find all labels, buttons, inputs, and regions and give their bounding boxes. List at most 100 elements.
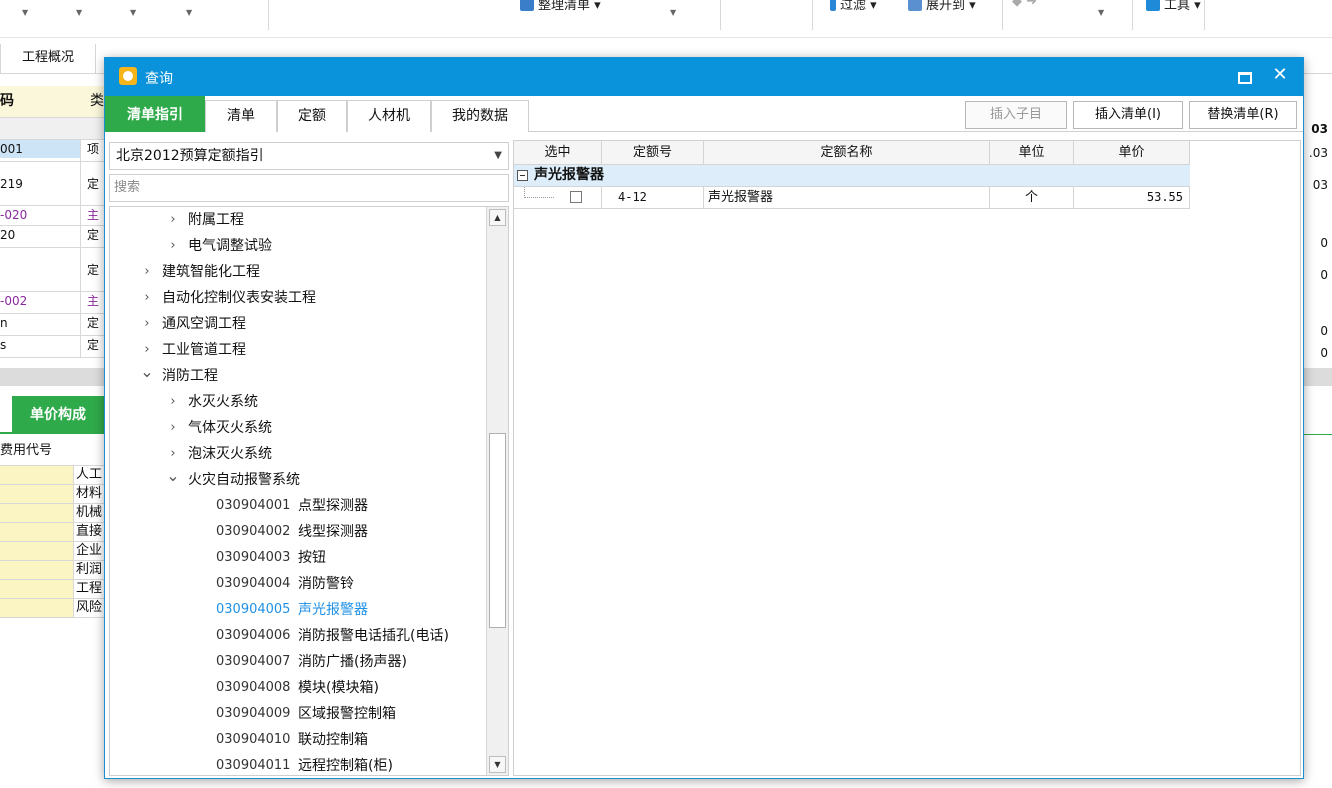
chevron-down-icon[interactable]: ▼ <box>130 8 136 17</box>
list-item[interactable]: 机械 <box>0 504 110 523</box>
table-row[interactable]: n 定 <box>0 314 110 336</box>
chevron-down-icon[interactable]: ▼ <box>22 8 28 17</box>
tree-item[interactable]: › 附属工程 <box>110 207 486 233</box>
app-logo-icon <box>119 67 137 85</box>
tree-item[interactable]: › 水灭火系统 <box>110 389 486 415</box>
column-header[interactable]: 单位 <box>990 141 1074 165</box>
tree-item-label: 声光报警器 <box>298 602 368 618</box>
table-row[interactable]: 001 项 <box>0 140 110 162</box>
tree-item-code: 030904002 <box>216 524 291 539</box>
tree-item[interactable]: ⌄ 消防工程 <box>110 362 486 389</box>
tree-item-leaf[interactable]: 030904010 联动控制箱 <box>110 727 486 753</box>
column-header[interactable]: 单价 <box>1074 141 1190 165</box>
table-row[interactable]: -020 主 <box>0 206 110 226</box>
cell-name: 声光报警器 <box>704 187 990 208</box>
maximize-icon[interactable] <box>1233 66 1253 86</box>
tree-item-leaf[interactable]: 030904001 点型探测器 <box>110 493 486 519</box>
tree-item-leaf[interactable]: 030904008 模块(模块箱) <box>110 675 486 701</box>
expand-icon <box>908 0 922 11</box>
group-row[interactable]: 声光报警器 <box>514 165 1190 187</box>
chevron-right-icon[interactable]: › <box>140 311 154 337</box>
tree-item-code: 030904008 <box>216 680 291 695</box>
tree-item-leaf[interactable]: 030904003 按钮 <box>110 545 486 571</box>
tab-labor-material[interactable]: 人材机 <box>347 100 431 132</box>
tree-item-leaf[interactable]: 030904011 远程控制箱(柜) <box>110 753 486 775</box>
tree-item[interactable]: › 建筑智能化工程 <box>110 259 486 285</box>
tree-item[interactable]: › 自动化控制仪表安装工程 <box>110 285 486 311</box>
tree-item[interactable]: › 电气调整试验 <box>110 233 486 259</box>
tools-icon <box>1146 0 1160 11</box>
tree-item-leaf[interactable]: 030904002 线型探测器 <box>110 519 486 545</box>
tree-item[interactable]: ⌄ 火灾自动报警系统 <box>110 466 486 493</box>
tree-item-leaf[interactable]: 030904006 消防报警电话插孔(电话) <box>110 623 486 649</box>
chevron-down-icon[interactable]: ⌄ <box>166 463 180 489</box>
horizontal-scrollbar[interactable] <box>1304 368 1332 386</box>
column-header[interactable]: 选中 <box>514 141 602 165</box>
list-item[interactable]: 风险 <box>0 599 110 618</box>
chevron-down-icon[interactable]: ▼ <box>494 143 502 169</box>
chevron-down-icon[interactable]: ▼ <box>186 8 192 17</box>
divider <box>1304 434 1332 435</box>
horizontal-scrollbar[interactable] <box>0 368 110 386</box>
chevron-down-icon[interactable]: ▼ <box>1098 8 1104 17</box>
chevron-right-icon[interactable]: › <box>166 415 180 441</box>
ribbon-tools[interactable]: 工具 ▾ <box>1146 0 1201 14</box>
insert-list-button[interactable]: 插入清单(I) <box>1073 101 1183 129</box>
tree-item[interactable]: › 通风空调工程 <box>110 311 486 337</box>
ribbon-organize-list[interactable]: 整理清单 ▾ <box>520 0 601 14</box>
list-item[interactable]: 直接 <box>0 523 110 542</box>
chevron-right-icon[interactable]: › <box>140 285 154 311</box>
chevron-right-icon[interactable]: › <box>140 259 154 285</box>
search-input[interactable]: 搜索 <box>109 174 509 202</box>
dialog-titlebar[interactable]: 查询 ✕ <box>105 58 1303 96</box>
guide-library-select[interactable]: 北京2012预算定额指引 ▼ <box>109 142 509 170</box>
column-header[interactable]: 定额名称 <box>704 141 990 165</box>
list-item[interactable]: 材料 <box>0 485 110 504</box>
chevron-down-icon[interactable]: ▼ <box>670 8 676 17</box>
background-right-column: 03 .03 03 0 0 0 0 <box>1304 86 1332 386</box>
table-row[interactable]: 4-12 声光报警器 个 53.55 <box>514 187 1190 209</box>
ribbon-filter[interactable]: 过滤 ▾ <box>830 0 877 14</box>
table-row[interactable]: 20 定 <box>0 226 110 248</box>
chevron-down-icon[interactable]: ⌄ <box>140 359 154 385</box>
move-arrows-icon[interactable]: ◆ ➜ <box>1012 0 1037 14</box>
table-row[interactable]: -002 主 <box>0 292 110 314</box>
list-item[interactable]: 利润 <box>0 561 110 580</box>
collapse-icon[interactable] <box>517 170 528 181</box>
chevron-down-icon[interactable]: ▼ <box>76 8 82 17</box>
list-item[interactable]: 企业 <box>0 542 110 561</box>
tab-unit-price[interactable]: 单价构成 <box>12 396 110 434</box>
tree-item[interactable]: › 气体灭火系统 <box>110 415 486 441</box>
tab-list[interactable]: 清单 <box>205 100 277 132</box>
scroll-thumb[interactable] <box>489 433 506 628</box>
tab-project-overview[interactable]: 工程概况 <box>0 44 96 74</box>
chevron-right-icon[interactable]: › <box>166 233 180 259</box>
tree-item[interactable]: › 工业管道工程 <box>110 337 486 363</box>
tree-item-label: 火灾自动报警系统 <box>188 472 300 488</box>
tree-item-label: 联动控制箱 <box>298 732 368 748</box>
tree-item-leaf[interactable]: 030904007 消防广播(扬声器) <box>110 649 486 675</box>
table-row[interactable]: s 定 <box>0 336 110 358</box>
column-header[interactable]: 定额号 <box>602 141 704 165</box>
insert-child-button[interactable]: 插入子目 <box>965 101 1067 129</box>
tab-my-data[interactable]: 我的数据 <box>431 100 529 132</box>
list-item[interactable]: 人工 <box>0 466 110 485</box>
tree-item-leaf[interactable]: 030904005 声光报警器 <box>110 597 486 623</box>
close-icon[interactable]: ✕ <box>1267 62 1293 88</box>
table-row[interactable]: 定 <box>0 248 110 292</box>
chevron-right-icon[interactable]: › <box>166 207 180 233</box>
guide-tree: › 附属工程 › 电气调整试验 › 建筑智能化工程 › 自动化控制仪表安装工程 › 通风空调工程 ›… <box>109 206 509 776</box>
table-row <box>0 118 110 140</box>
vertical-scrollbar[interactable]: ▲ ▼ <box>486 207 508 775</box>
list-item[interactable]: 工程 <box>0 580 110 599</box>
ribbon-expand-to[interactable]: 展开到 ▾ <box>908 0 976 14</box>
tree-item-leaf[interactable]: 030904004 消防警铃 <box>110 571 486 597</box>
tab-quota[interactable]: 定额 <box>277 100 347 132</box>
tree-item-leaf[interactable]: 030904009 区域报警控制箱 <box>110 701 486 727</box>
table-row[interactable]: 219 定 <box>0 162 110 206</box>
tab-list-guide[interactable]: 清单指引 <box>105 96 205 132</box>
scroll-up-icon[interactable]: ▲ <box>489 209 506 226</box>
replace-list-button[interactable]: 替换清单(R) <box>1189 101 1297 129</box>
scroll-down-icon[interactable]: ▼ <box>489 756 506 773</box>
chevron-right-icon[interactable]: › <box>166 389 180 415</box>
